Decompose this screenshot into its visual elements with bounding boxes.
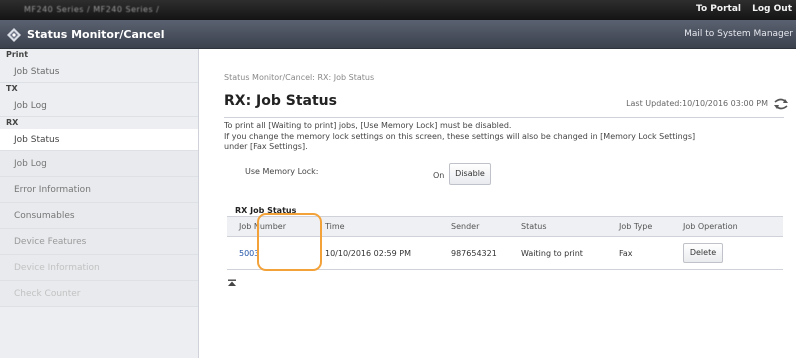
sidebar-item-error-information[interactable]: Error Information	[0, 177, 198, 203]
sidebar-heading-tx: TX	[6, 84, 18, 93]
last-updated: Last Updated:10/10/2016 03:00 PM	[626, 99, 768, 108]
back-to-top-icon[interactable]	[227, 279, 237, 289]
notice-line-3: under [Fax Settings].	[224, 142, 308, 151]
column-status: Status	[509, 216, 607, 237]
status-monitor-icon	[7, 28, 21, 42]
sidebar-heading-print: Print	[6, 50, 29, 59]
sidebar-item-consumables[interactable]: Consumables	[0, 203, 198, 229]
memory-lock-label: Use Memory Lock:	[245, 167, 319, 176]
cell-status: Waiting to print	[509, 236, 607, 270]
sidebar-item-device-features[interactable]: Device Features	[0, 229, 198, 255]
page-title: RX: Job Status	[224, 93, 337, 109]
title-divider	[224, 117, 784, 118]
notice-line-2: If you change the memory lock settings o…	[224, 131, 696, 141]
delete-button[interactable]: Delete	[683, 243, 723, 263]
device-name: MF240 Series / MF240 Series /	[24, 5, 160, 14]
main-content: Status Monitor/Cancel: RX: Job Status RX…	[199, 49, 796, 358]
sidebar-item-device-information[interactable]: Device Information	[0, 255, 198, 281]
column-job-operation: Job Operation	[671, 216, 783, 237]
disable-button[interactable]: Disable	[449, 163, 491, 185]
mail-to-system-manager-link[interactable]: Mail to System Manager	[684, 29, 793, 39]
app-title: Status Monitor/Cancel	[27, 28, 165, 41]
memory-lock-value: On	[433, 171, 445, 180]
breadcrumb: Status Monitor/Cancel: RX: Job Status	[224, 73, 375, 82]
sidebar-heading-rx: RX	[6, 118, 19, 127]
notice-line-1: To print all [Waiting to print] jobs, [U…	[224, 121, 512, 130]
to-portal-link[interactable]: To Portal	[696, 4, 741, 14]
logout-link[interactable]: Log Out	[752, 4, 792, 14]
sidebar-item-rx-job-status[interactable]: Job Status	[0, 129, 198, 151]
cell-job-type: Fax	[607, 236, 671, 270]
job-number-highlight	[257, 213, 322, 271]
top-links: To Portal Log Out	[688, 4, 792, 14]
sidebar-item-check-counter[interactable]: Check Counter	[0, 281, 198, 307]
cell-sender: 987654321	[439, 236, 509, 270]
column-sender: Sender	[439, 216, 509, 237]
sidebar-item-rx-job-log[interactable]: Job Log	[0, 151, 198, 177]
memory-lock-notice: To print all [Waiting to print] jobs, [U…	[224, 121, 784, 153]
title-bar: Status Monitor/Cancel Mail to System Man…	[0, 20, 796, 49]
sidebar-item-print-job-status[interactable]: Job Status	[0, 61, 198, 83]
column-time: Time	[313, 216, 439, 237]
cell-time: 10/10/2016 02:59 PM	[313, 236, 439, 270]
refresh-icon[interactable]	[772, 97, 790, 111]
top-bar: MF240 Series / MF240 Series / To Portal …	[0, 0, 796, 20]
column-job-type: Job Type	[607, 216, 671, 237]
cell-job-operation: Delete	[671, 236, 783, 270]
sidebar: Print Job Status TX Job Log RX Job Statu…	[0, 49, 199, 358]
sidebar-item-tx-job-log[interactable]: Job Log	[0, 95, 198, 117]
